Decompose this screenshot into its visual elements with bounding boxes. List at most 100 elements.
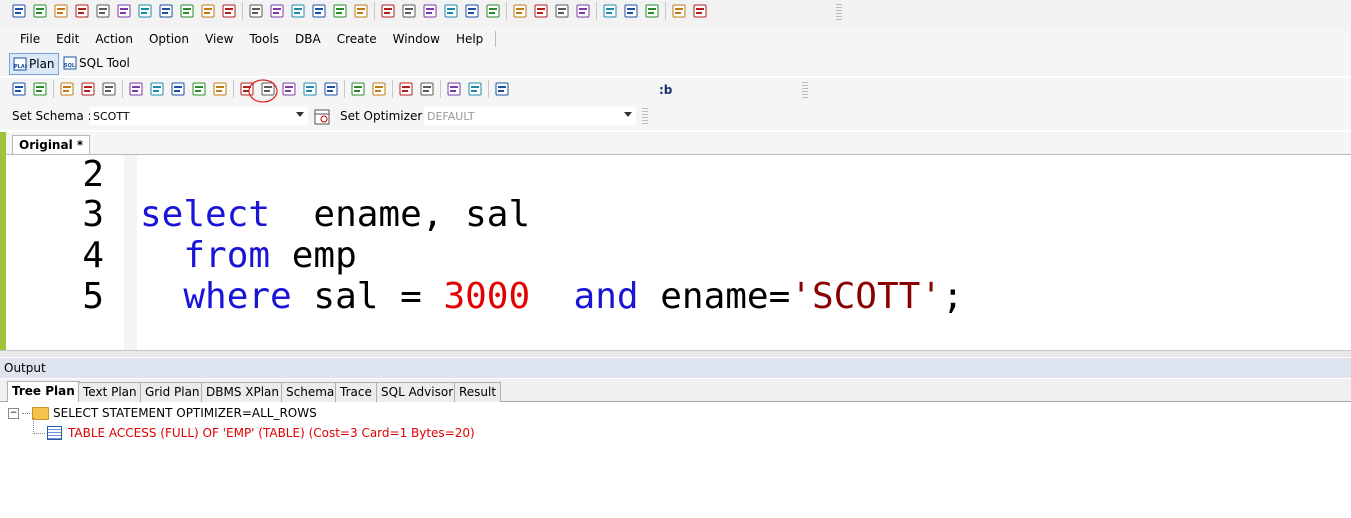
redo-icon[interactable] (370, 80, 387, 97)
replace-icon[interactable] (493, 80, 510, 97)
tune-icon[interactable] (169, 80, 186, 97)
sql-keyword: where (183, 276, 292, 317)
tab-text-plan[interactable]: Text Plan (78, 382, 142, 402)
monitor-icon[interactable] (670, 2, 687, 19)
toolbar-separator (488, 80, 489, 98)
edit-doc-icon[interactable] (199, 2, 216, 19)
analysis-icon[interactable] (442, 2, 459, 19)
mode-bar: PLAN Plan SQL SQL Tool (0, 52, 1351, 76)
save-icon[interactable] (79, 80, 96, 97)
tab-original[interactable]: Original * (12, 135, 91, 154)
sql-small-icon[interactable] (247, 2, 264, 19)
transfer-icon[interactable] (289, 2, 306, 19)
schema-select[interactable]: SCOTT (90, 107, 308, 125)
plan-icon[interactable] (52, 2, 69, 19)
plan-tree-row[interactable]: − SELECT STATEMENT OPTIMIZER=ALL_ROWS (8, 406, 317, 420)
menu-edit[interactable]: Edit (48, 32, 87, 46)
edit-icon[interactable] (73, 2, 90, 19)
sql-icon[interactable] (10, 2, 27, 19)
tab-sql-advisor[interactable]: SQL Advisor (376, 382, 459, 402)
menu-file[interactable]: File (12, 32, 48, 46)
db2-icon[interactable] (532, 2, 549, 19)
paste-icon[interactable] (301, 80, 318, 97)
database-icon[interactable] (115, 2, 132, 19)
plan-tree-row[interactable]: TABLE ACCESS (FULL) OF 'EMP' (TABLE) (Co… (33, 426, 475, 440)
find-icon[interactable] (445, 80, 462, 97)
lock-icon[interactable] (310, 2, 327, 19)
line-number: 3 (82, 194, 104, 235)
sql-plan-icon[interactable] (190, 80, 207, 97)
plan-sql-icon[interactable] (31, 2, 48, 19)
clock-icon[interactable] (352, 2, 369, 19)
trace-icon[interactable] (211, 80, 228, 97)
tab-schema[interactable]: Schema (281, 382, 340, 402)
menu-bar: File Edit Action Option View Tools DBA C… (0, 26, 1351, 52)
tool-icon[interactable] (511, 2, 528, 19)
uncomment-icon[interactable] (418, 80, 435, 97)
search-db-icon[interactable] (136, 2, 153, 19)
optimizer-select[interactable]: DEFAULT (424, 107, 636, 125)
menu-option[interactable]: Option (141, 32, 197, 46)
print-icon[interactable] (100, 80, 117, 97)
toolbar-separator (506, 2, 507, 20)
settings-icon[interactable] (268, 2, 285, 19)
toolbar-separator (242, 2, 243, 20)
plan-icon[interactable] (127, 80, 144, 97)
user-icon[interactable] (553, 2, 570, 19)
tab-trace[interactable]: Trace (335, 382, 377, 402)
bind-variable-label[interactable]: :b (659, 83, 672, 97)
copy-icon[interactable] (220, 2, 237, 19)
all-icon[interactable] (322, 80, 339, 97)
comment-icon[interactable] (397, 80, 414, 97)
menu-window[interactable]: Window (385, 32, 448, 46)
schema-browser-icon[interactable] (313, 108, 330, 125)
check-icon[interactable] (574, 2, 591, 19)
plan-mode-button[interactable]: PLAN Plan (9, 53, 59, 75)
optimizer-label: Set Optimizer : (340, 109, 431, 123)
grid-icon[interactable] (421, 2, 438, 19)
ash-icon[interactable] (379, 2, 396, 19)
tab-result[interactable]: Result (454, 382, 502, 402)
collapse-toggle-icon[interactable]: − (8, 407, 19, 419)
splitter[interactable] (0, 350, 1351, 357)
svg-text:PLAN: PLAN (14, 64, 27, 70)
settings-icon[interactable] (10, 80, 27, 97)
flow-icon[interactable] (400, 2, 417, 19)
window-icon[interactable] (691, 2, 708, 19)
toolbar-grip[interactable] (802, 82, 808, 100)
find-next-icon[interactable] (466, 80, 483, 97)
open-icon[interactable] (58, 80, 75, 97)
log-icon[interactable] (601, 2, 618, 19)
report-icon[interactable] (622, 2, 639, 19)
menu-create[interactable]: Create (329, 32, 385, 46)
plan-tree-text: SELECT STATEMENT OPTIMIZER=ALL_ROWS (53, 406, 317, 420)
menu-help[interactable]: Help (448, 32, 491, 46)
svg-text:SQL: SQL (64, 63, 76, 69)
line-number: 5 (82, 276, 104, 317)
table-icon[interactable] (157, 2, 174, 19)
sql-tool-mode-button[interactable]: SQL SQL Tool (60, 53, 133, 73)
code-line: where sal = 3000 and ename='SCOTT'; (140, 276, 963, 317)
chevron-down-icon (624, 112, 632, 117)
tab-grid-plan[interactable]: Grid Plan (140, 382, 205, 402)
menu-view[interactable]: View (197, 32, 241, 46)
chart-icon[interactable] (463, 2, 480, 19)
copy-icon[interactable] (280, 80, 297, 97)
list-icon[interactable] (643, 2, 660, 19)
menu-tools[interactable]: Tools (241, 32, 287, 46)
toolbar-grip[interactable] (836, 4, 842, 22)
plan2-icon[interactable] (148, 80, 165, 97)
toolbar-grip[interactable] (642, 108, 648, 126)
new-icon[interactable] (31, 80, 48, 97)
stats-icon[interactable] (484, 2, 501, 19)
menu-dba[interactable]: DBA (287, 32, 329, 46)
undo-icon[interactable] (349, 80, 366, 97)
tab-dbms-xplan[interactable]: DBMS XPlan (201, 382, 285, 402)
tab-tree-plan[interactable]: Tree Plan (7, 381, 80, 402)
compare-icon[interactable] (178, 2, 195, 19)
sql-string: 'SCOTT' (790, 276, 942, 317)
menu-action[interactable]: Action (87, 32, 141, 46)
tune-icon[interactable] (94, 2, 111, 19)
db-icon[interactable] (331, 2, 348, 19)
